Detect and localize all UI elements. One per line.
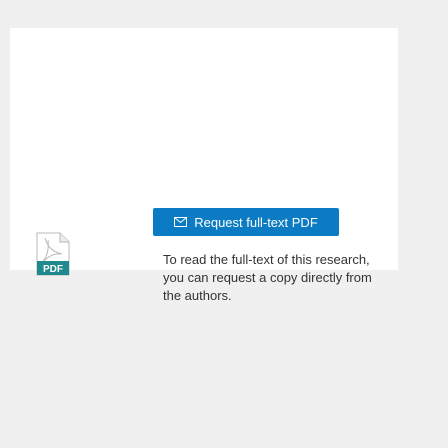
envelope-icon <box>174 217 188 227</box>
pdf-file-icon: PDF <box>36 232 70 276</box>
fulltext-request-description: To read the full-text of this research, … <box>163 252 372 303</box>
request-fulltext-pdf-button[interactable]: Request full-text PDF <box>153 208 339 236</box>
pdf-badge-label: PDF <box>43 264 63 275</box>
request-button-label: Request full-text PDF <box>194 214 318 230</box>
